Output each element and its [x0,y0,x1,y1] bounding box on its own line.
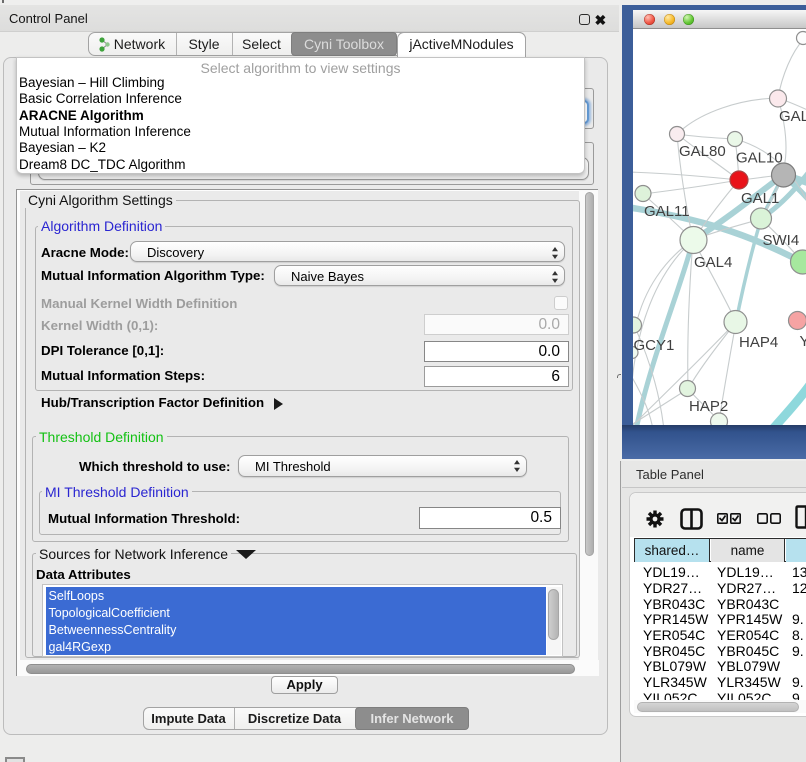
svg-text:HAP4: HAP4 [739,334,778,351]
svg-text:SWI4: SWI4 [763,232,800,249]
svg-text:GAL11: GAL11 [644,203,690,220]
svg-text:GAL10: GAL10 [736,150,783,167]
svg-text:GCY1: GCY1 [634,337,675,354]
svg-text:GAL1: GAL1 [741,190,779,207]
svg-text:HAP2: HAP2 [689,398,728,415]
svg-text:GAL4: GAL4 [694,254,732,271]
svg-text:Y: Y [800,333,806,350]
svg-text:GAL2: GAL2 [779,108,806,125]
svg-text:GAL80: GAL80 [679,143,726,160]
